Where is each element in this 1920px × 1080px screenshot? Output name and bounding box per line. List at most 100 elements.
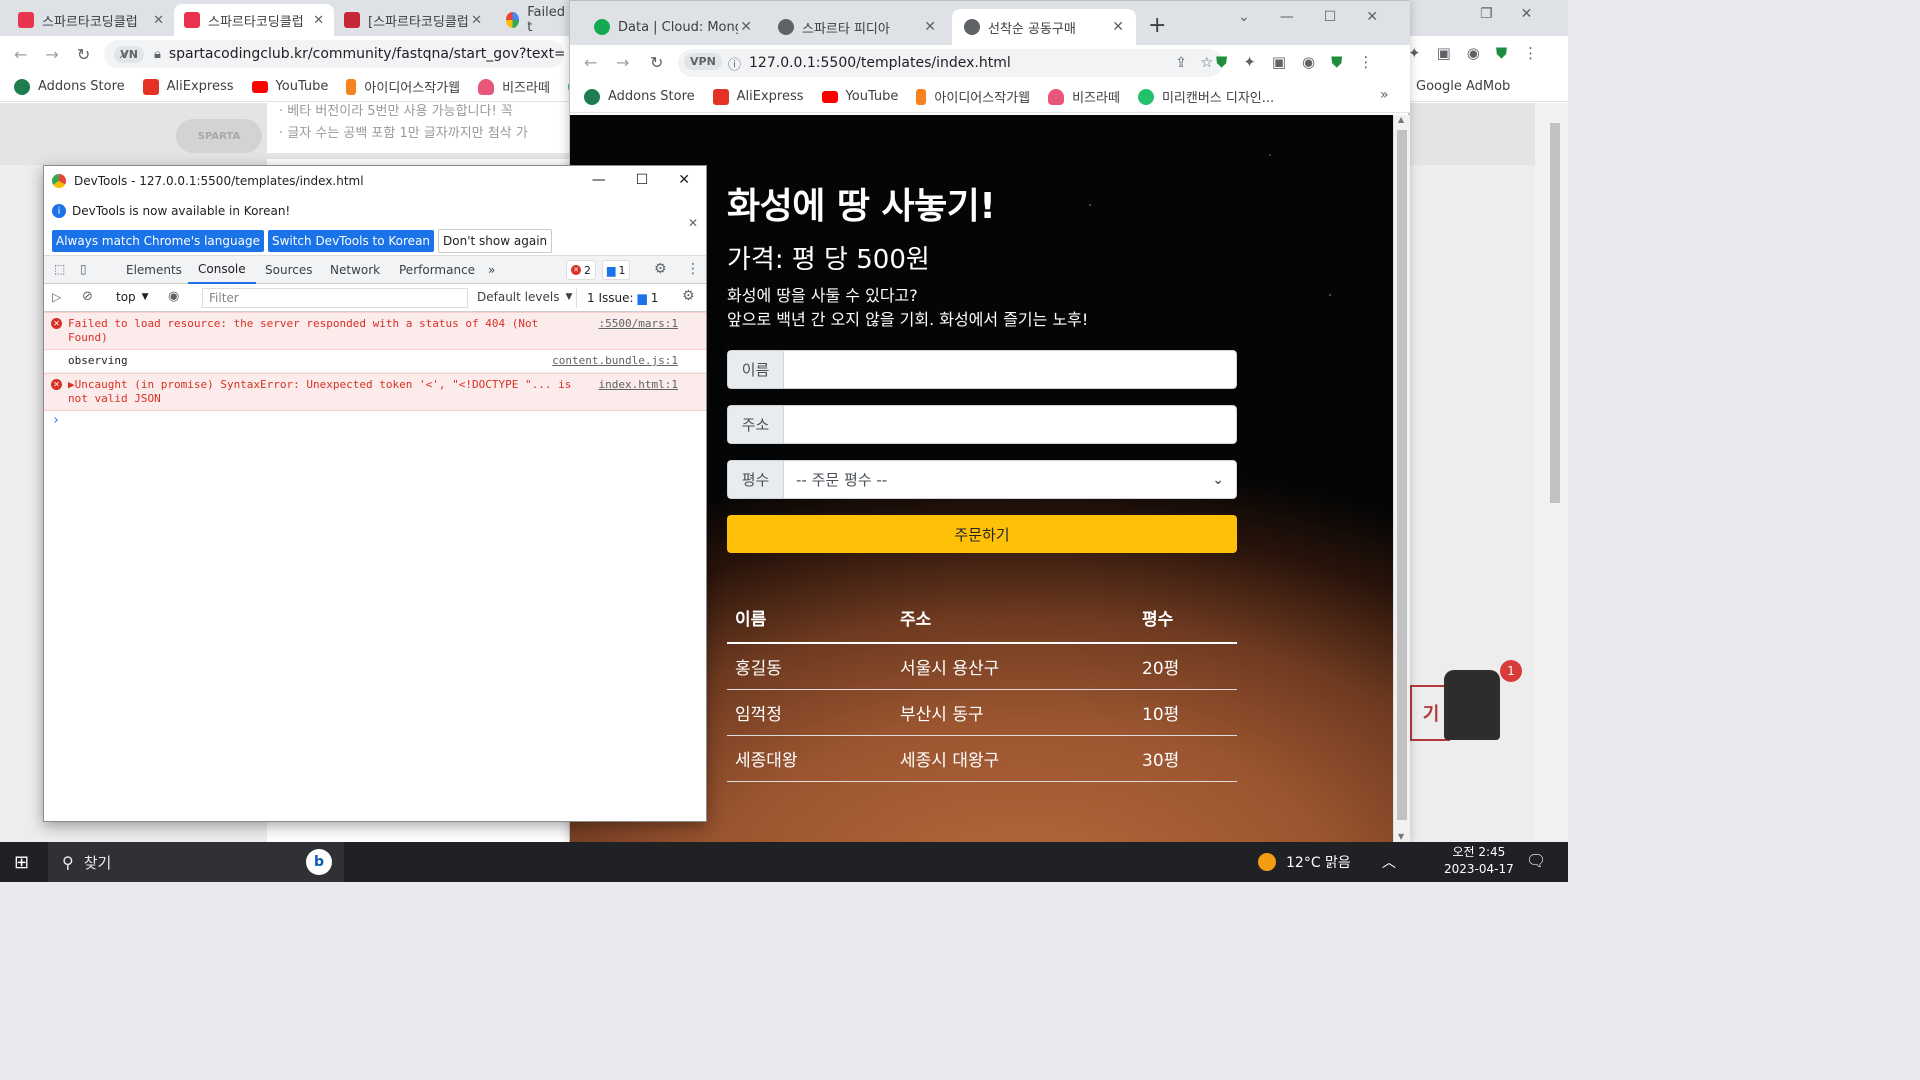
vpn-icon[interactable]: V̸N <box>114 45 144 63</box>
close-icon[interactable]: ✕ <box>1112 19 1124 35</box>
close-window-icon[interactable]: ✕ <box>1521 6 1533 22</box>
taskbar-search-box[interactable]: ⚲ 찾기 b <box>48 842 344 882</box>
star-icon[interactable]: ☆ <box>1200 55 1213 71</box>
name-input[interactable] <box>783 350 1237 389</box>
settings-gear-icon[interactable]: ⚙ <box>654 261 667 277</box>
info-icon[interactable]: ⓘ <box>728 54 741 73</box>
live-expression-eye-icon[interactable]: ◉ <box>168 289 179 304</box>
menu-icon[interactable]: ⋮ <box>1523 44 1538 62</box>
inspect-element-icon[interactable]: ⬚ <box>54 262 65 276</box>
bg-tab-4[interactable]: Failed t <box>496 4 576 36</box>
console-settings-icon[interactable]: ⚙ <box>682 288 695 304</box>
context-selector[interactable]: top ▼ <box>116 290 149 304</box>
bookmark-youtube[interactable]: YouTube <box>251 79 328 94</box>
console-prompt[interactable]: › <box>44 411 706 430</box>
bookmark-addons[interactable]: Addons Store <box>584 88 695 105</box>
more-tabs-icon[interactable]: » <box>488 256 495 284</box>
bookmark-miricanvas[interactable]: 미리캔버스 디자인... <box>1137 87 1274 106</box>
clock[interactable]: 오전 2:45 2023-04-17 <box>1444 844 1514 878</box>
side-panel-icon[interactable]: ▣ <box>1437 44 1451 62</box>
fg-tab-active[interactable]: 선착순 공동구매 ✕ <box>952 9 1136 45</box>
size-select[interactable]: -- 주문 평수 -- ⌄ <box>783 460 1237 499</box>
restore-icon[interactable]: ❐ <box>1480 6 1493 22</box>
menu-icon[interactable]: ⋮ <box>1358 53 1373 71</box>
shield-icon[interactable]: ⛊ <box>1496 44 1507 62</box>
bing-icon[interactable]: b <box>306 849 332 875</box>
minimize-icon[interactable]: — <box>592 172 606 188</box>
bookmark-ideas[interactable]: 아이디어스작가웹 <box>916 87 1030 106</box>
switch-to-korean-button[interactable]: Switch DevTools to Korean <box>267 230 435 252</box>
bookmark-addons[interactable]: Addons Store <box>14 78 125 95</box>
reload-icon[interactable]: ↻ <box>77 45 90 64</box>
adblock-icon[interactable]: ⛊ <box>1216 53 1227 71</box>
log-levels-dropdown[interactable]: Default levels ▼ <box>477 290 572 304</box>
tab-search-icon[interactable]: ⌄ <box>1238 9 1250 25</box>
minimize-icon[interactable]: — <box>1280 9 1294 25</box>
share-icon[interactable]: ⇪ <box>1175 55 1187 71</box>
profile-icon[interactable]: ◉ <box>1467 44 1480 62</box>
fg-tab-mongo[interactable]: Data | Cloud: Mongo ✕ <box>582 9 764 45</box>
console-filter-input[interactable]: Filter <box>202 288 468 308</box>
close-window-icon[interactable]: ✕ <box>1366 9 1378 25</box>
weather-widget[interactable]: 12°C 맑음 <box>1258 852 1351 872</box>
profile-icon[interactable]: ◉ <box>1302 53 1315 71</box>
bg-tab-1[interactable]: 스파르타코딩클럽 ✕ <box>8 4 174 36</box>
always-match-language-button[interactable]: Always match Chrome's language <box>52 230 264 252</box>
bg-helper-widget[interactable]: 기 1 <box>1410 660 1550 750</box>
bg-omnibox[interactable]: V̸N 🔒︎ spartacodingclub.kr/community/fas… <box>104 40 565 68</box>
close-icon[interactable]: ✕ <box>471 13 482 28</box>
close-icon[interactable]: ✕ <box>313 13 324 28</box>
tab-sources[interactable]: Sources <box>265 256 312 284</box>
message-source-link[interactable]: content.bundle.js:1 <box>552 354 678 368</box>
maximize-icon[interactable]: ☐ <box>1324 9 1337 25</box>
message-source-link[interactable]: index.html:1 <box>598 378 678 392</box>
reload-icon[interactable]: ↻ <box>650 53 663 72</box>
address-input[interactable] <box>783 405 1237 444</box>
bookmark-admob[interactable]: Google AdMob <box>1416 79 1510 94</box>
new-tab-icon[interactable]: + <box>1148 13 1166 38</box>
fg-scrollbar[interactable]: ▲ ▼ <box>1393 115 1410 843</box>
close-icon[interactable]: ✕ <box>153 13 164 28</box>
tray-chevron-up-icon[interactable]: ︿ <box>1382 852 1396 872</box>
fg-omnibox[interactable]: VPN ⓘ 127.0.0.1:5500/templates/index.htm… <box>678 49 1223 77</box>
notifications-icon[interactable]: 🗨︎ <box>1526 851 1546 870</box>
tab-network[interactable]: Network <box>330 256 380 284</box>
back-icon[interactable]: ← <box>584 53 597 72</box>
order-button[interactable]: 주문하기 <box>727 515 1237 553</box>
extension-icon[interactable]: ✦ <box>1243 53 1256 71</box>
bg-scroll-thumb[interactable] <box>1550 123 1560 503</box>
more-bookmarks-icon[interactable]: » <box>1380 87 1389 103</box>
forward-icon[interactable]: → <box>616 53 629 72</box>
close-icon[interactable]: ✕ <box>740 19 752 35</box>
scroll-thumb[interactable] <box>1397 130 1407 820</box>
bookmark-bizlatte[interactable]: 비즈라떼 <box>478 77 550 96</box>
error-counter[interactable]: ✕ 2 <box>566 260 596 280</box>
scroll-up-icon[interactable]: ▲ <box>1398 115 1404 124</box>
fg-tab-pedia[interactable]: 스파르타 피디아 ✕ <box>766 9 948 45</box>
clear-console-icon[interactable]: ⊘ <box>82 289 93 304</box>
dont-show-again-button[interactable]: Don't show again <box>438 229 553 253</box>
close-window-icon[interactable]: ✕ <box>678 172 690 188</box>
windows-start-icon[interactable]: ⊞ <box>14 852 29 873</box>
bookmark-aliexpress[interactable]: AliExpress <box>712 88 804 105</box>
bookmark-aliexpress[interactable]: AliExpress <box>142 78 234 95</box>
issues-counter[interactable]: 1 Issue: ▆ 1 <box>576 288 658 308</box>
bg-tab-2[interactable]: 스파르타코딩클럽 ✕ <box>174 4 334 36</box>
side-panel-icon[interactable]: ▣ <box>1272 53 1286 71</box>
scroll-down-icon[interactable]: ▼ <box>1398 832 1404 841</box>
back-icon[interactable]: ← <box>14 45 27 64</box>
message-source-link[interactable]: :5500/mars:1 <box>598 317 678 331</box>
bookmark-youtube[interactable]: YouTube <box>821 89 898 104</box>
shield-icon[interactable]: ⛊ <box>1331 53 1342 71</box>
forward-icon[interactable]: → <box>45 45 58 64</box>
bookmark-ideas[interactable]: 아이디어스작가웹 <box>346 77 460 96</box>
message-counter[interactable]: ▆ 1 <box>602 260 631 280</box>
close-infobar-icon[interactable]: ✕ <box>688 216 698 230</box>
vpn-icon[interactable]: VPN <box>684 53 722 70</box>
kebab-menu-icon[interactable]: ⋮ <box>686 261 700 277</box>
device-toolbar-icon[interactable]: ▯ <box>80 262 87 276</box>
console-error-message[interactable]: ✕ ▶Uncaught (in promise) SyntaxError: Un… <box>44 373 706 411</box>
bookmark-bizlatte[interactable]: 비즈라떼 <box>1048 87 1120 106</box>
tab-performance[interactable]: Performance <box>399 256 475 284</box>
bg-tab-3[interactable]: [스파르타코딩클럽 ✕ <box>334 4 492 36</box>
